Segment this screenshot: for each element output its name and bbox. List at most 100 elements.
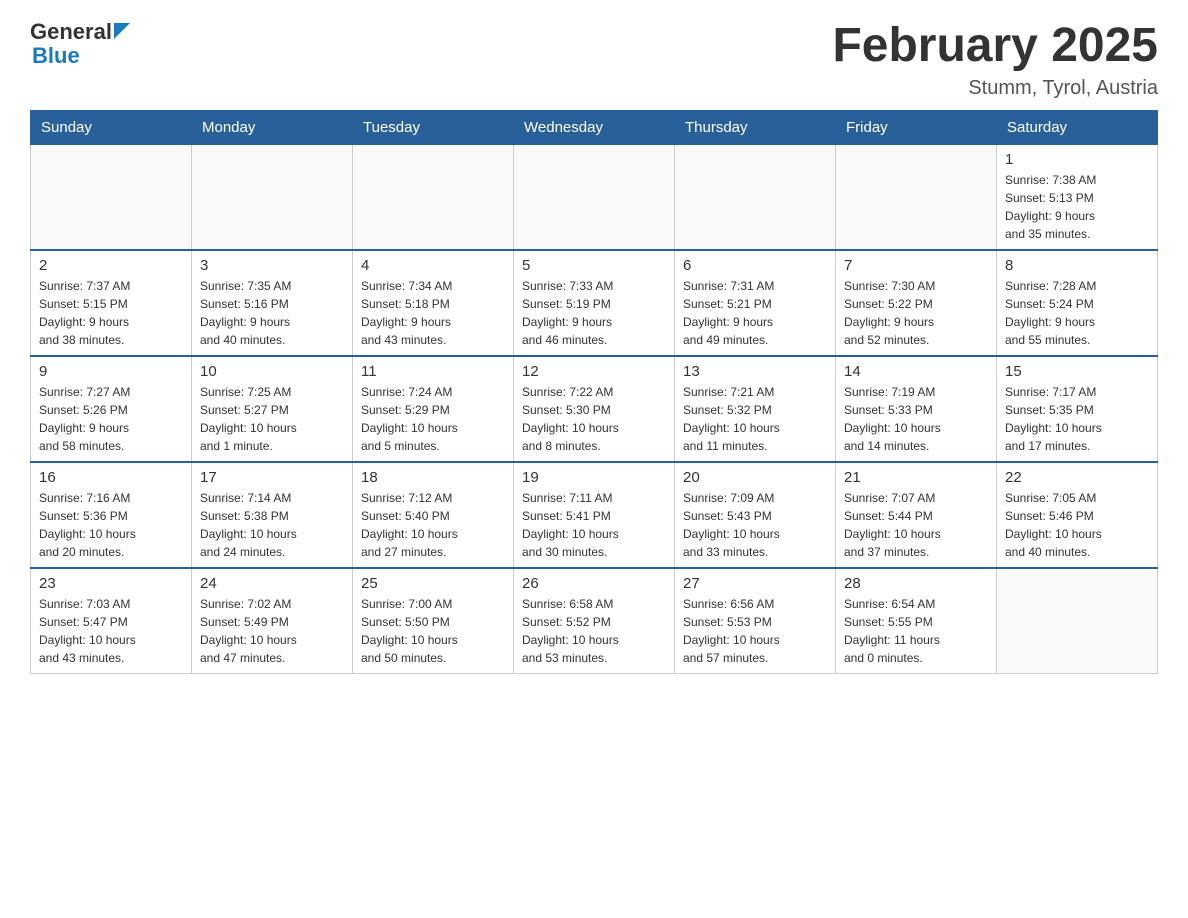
day-number: 10 <box>200 363 344 380</box>
table-row: 25 Sunrise: 7:00 AM Sunset: 5:50 PM Dayli… <box>353 568 514 674</box>
table-row: 10Sunrise: 7:25 AM Sunset: 5:27 PM Dayli… <box>192 356 353 462</box>
day-number: 28 <box>844 575 988 592</box>
calendar-week-row: 16Sunrise: 7:16 AM Sunset: 5:36 PM Dayli… <box>31 462 1158 568</box>
header-wednesday: Wednesday <box>514 110 675 144</box>
table-row <box>353 144 514 250</box>
table-row: 12 Sunrise: 7:22 AM Sunset: 5:30 PM Dayli… <box>514 356 675 462</box>
table-row: 3 Sunrise: 7:35 AM Sunset: 5:16 PM Daylig… <box>192 250 353 356</box>
day-info: Sunrise: 7:03 AM Sunset: 5:47 PM Dayligh… <box>39 595 183 667</box>
day-number: 21 <box>844 469 988 486</box>
calendar-week-row: 9 Sunrise: 7:27 AM Sunset: 5:26 PM Daylig… <box>31 356 1158 462</box>
day-number: 6 <box>683 257 827 274</box>
table-row: 7 Sunrise: 7:30 AM Sunset: 5:22 PM Daylig… <box>836 250 997 356</box>
day-number: 12 <box>522 363 666 380</box>
day-number: 5 <box>522 257 666 274</box>
day-info: Sunrise: 7:24 AM Sunset: 5:29 PM Dayligh… <box>361 383 505 455</box>
day-number: 7 <box>844 257 988 274</box>
table-row: 8 Sunrise: 7:28 AM Sunset: 5:24 PM Daylig… <box>997 250 1158 356</box>
table-row: 24 Sunrise: 7:02 AM Sunset: 5:49 PM Dayli… <box>192 568 353 674</box>
day-number: 11 <box>361 363 505 380</box>
day-info: Sunrise: 7:16 AM Sunset: 5:36 PM Dayligh… <box>39 489 183 561</box>
header-tuesday: Tuesday <box>353 110 514 144</box>
location-text: Stumm, Tyrol, Austria <box>832 77 1158 100</box>
day-number: 1 <box>1005 151 1149 168</box>
table-row: 23 Sunrise: 7:03 AM Sunset: 5:47 PM Dayli… <box>31 568 192 674</box>
day-info: Sunrise: 7:31 AM Sunset: 5:21 PM Dayligh… <box>683 277 827 349</box>
table-row: 5Sunrise: 7:33 AM Sunset: 5:19 PM Daylig… <box>514 250 675 356</box>
day-number: 15 <box>1005 363 1149 380</box>
day-number: 9 <box>39 363 183 380</box>
day-info: Sunrise: 7:00 AM Sunset: 5:50 PM Dayligh… <box>361 595 505 667</box>
day-number: 22 <box>1005 469 1149 486</box>
day-info: Sunrise: 7:02 AM Sunset: 5:49 PM Dayligh… <box>200 595 344 667</box>
calendar-week-row: 2 Sunrise: 7:37 AM Sunset: 5:15 PM Daylig… <box>31 250 1158 356</box>
day-info: Sunrise: 7:11 AM Sunset: 5:41 PM Dayligh… <box>522 489 666 561</box>
table-row: 9 Sunrise: 7:27 AM Sunset: 5:26 PM Daylig… <box>31 356 192 462</box>
header-thursday: Thursday <box>675 110 836 144</box>
day-info: Sunrise: 7:34 AM Sunset: 5:18 PM Dayligh… <box>361 277 505 349</box>
header-sunday: Sunday <box>31 110 192 144</box>
logo-blue-text: Blue <box>32 44 130 68</box>
logo-arrow-icon <box>114 23 130 39</box>
day-info: Sunrise: 7:05 AM Sunset: 5:46 PM Dayligh… <box>1005 489 1149 561</box>
table-row <box>514 144 675 250</box>
table-row: 6 Sunrise: 7:31 AM Sunset: 5:21 PM Daylig… <box>675 250 836 356</box>
day-number: 25 <box>361 575 505 592</box>
day-info: Sunrise: 7:12 AM Sunset: 5:40 PM Dayligh… <box>361 489 505 561</box>
day-number: 26 <box>522 575 666 592</box>
table-row: 17 Sunrise: 7:14 AM Sunset: 5:38 PM Dayli… <box>192 462 353 568</box>
logo-general-text: General <box>30 20 112 44</box>
day-info: Sunrise: 7:14 AM Sunset: 5:38 PM Dayligh… <box>200 489 344 561</box>
table-row <box>192 144 353 250</box>
day-info: Sunrise: 7:38 AM Sunset: 5:13 PM Dayligh… <box>1005 171 1149 243</box>
day-number: 8 <box>1005 257 1149 274</box>
page-header: General Blue February 2025 Stumm, Tyrol,… <box>30 20 1158 100</box>
table-row: 20Sunrise: 7:09 AM Sunset: 5:43 PM Dayli… <box>675 462 836 568</box>
header-saturday: Saturday <box>997 110 1158 144</box>
day-info: Sunrise: 7:27 AM Sunset: 5:26 PM Dayligh… <box>39 383 183 455</box>
table-row: 16Sunrise: 7:16 AM Sunset: 5:36 PM Dayli… <box>31 462 192 568</box>
day-info: Sunrise: 7:22 AM Sunset: 5:30 PM Dayligh… <box>522 383 666 455</box>
day-number: 18 <box>361 469 505 486</box>
day-number: 14 <box>844 363 988 380</box>
table-row: 28Sunrise: 6:54 AM Sunset: 5:55 PM Dayli… <box>836 568 997 674</box>
day-number: 2 <box>39 257 183 274</box>
table-row: 13 Sunrise: 7:21 AM Sunset: 5:32 PM Dayli… <box>675 356 836 462</box>
day-info: Sunrise: 7:17 AM Sunset: 5:35 PM Dayligh… <box>1005 383 1149 455</box>
table-row: 11 Sunrise: 7:24 AM Sunset: 5:29 PM Dayli… <box>353 356 514 462</box>
day-info: Sunrise: 7:35 AM Sunset: 5:16 PM Dayligh… <box>200 277 344 349</box>
day-info: Sunrise: 7:19 AM Sunset: 5:33 PM Dayligh… <box>844 383 988 455</box>
day-number: 20 <box>683 469 827 486</box>
table-row: 18 Sunrise: 7:12 AM Sunset: 5:40 PM Dayli… <box>353 462 514 568</box>
day-info: Sunrise: 6:58 AM Sunset: 5:52 PM Dayligh… <box>522 595 666 667</box>
calendar-header-row: Sunday Monday Tuesday Wednesday Thursday… <box>31 110 1158 144</box>
table-row: 21 Sunrise: 7:07 AM Sunset: 5:44 PM Dayli… <box>836 462 997 568</box>
table-row: 22 Sunrise: 7:05 AM Sunset: 5:46 PM Dayli… <box>997 462 1158 568</box>
day-number: 24 <box>200 575 344 592</box>
table-row <box>31 144 192 250</box>
day-number: 23 <box>39 575 183 592</box>
day-number: 19 <box>522 469 666 486</box>
day-info: Sunrise: 7:07 AM Sunset: 5:44 PM Dayligh… <box>844 489 988 561</box>
calendar-week-row: 23 Sunrise: 7:03 AM Sunset: 5:47 PM Dayli… <box>31 568 1158 674</box>
day-info: Sunrise: 7:37 AM Sunset: 5:15 PM Dayligh… <box>39 277 183 349</box>
table-row <box>675 144 836 250</box>
title-block: February 2025 Stumm, Tyrol, Austria <box>832 20 1158 100</box>
day-number: 27 <box>683 575 827 592</box>
day-info: Sunrise: 7:30 AM Sunset: 5:22 PM Dayligh… <box>844 277 988 349</box>
day-number: 17 <box>200 469 344 486</box>
table-row: 14 Sunrise: 7:19 AM Sunset: 5:33 PM Dayli… <box>836 356 997 462</box>
day-number: 13 <box>683 363 827 380</box>
table-row: 2 Sunrise: 7:37 AM Sunset: 5:15 PM Daylig… <box>31 250 192 356</box>
table-row: 19 Sunrise: 7:11 AM Sunset: 5:41 PM Dayli… <box>514 462 675 568</box>
logo: General Blue <box>30 20 130 68</box>
header-monday: Monday <box>192 110 353 144</box>
table-row: 27Sunrise: 6:56 AM Sunset: 5:53 PM Dayli… <box>675 568 836 674</box>
table-row <box>997 568 1158 674</box>
day-info: Sunrise: 7:21 AM Sunset: 5:32 PM Dayligh… <box>683 383 827 455</box>
day-number: 3 <box>200 257 344 274</box>
table-row: 1 Sunrise: 7:38 AM Sunset: 5:13 PM Daylig… <box>997 144 1158 250</box>
day-info: Sunrise: 7:28 AM Sunset: 5:24 PM Dayligh… <box>1005 277 1149 349</box>
table-row: 15 Sunrise: 7:17 AM Sunset: 5:35 PM Dayli… <box>997 356 1158 462</box>
calendar-table: Sunday Monday Tuesday Wednesday Thursday… <box>30 110 1158 674</box>
